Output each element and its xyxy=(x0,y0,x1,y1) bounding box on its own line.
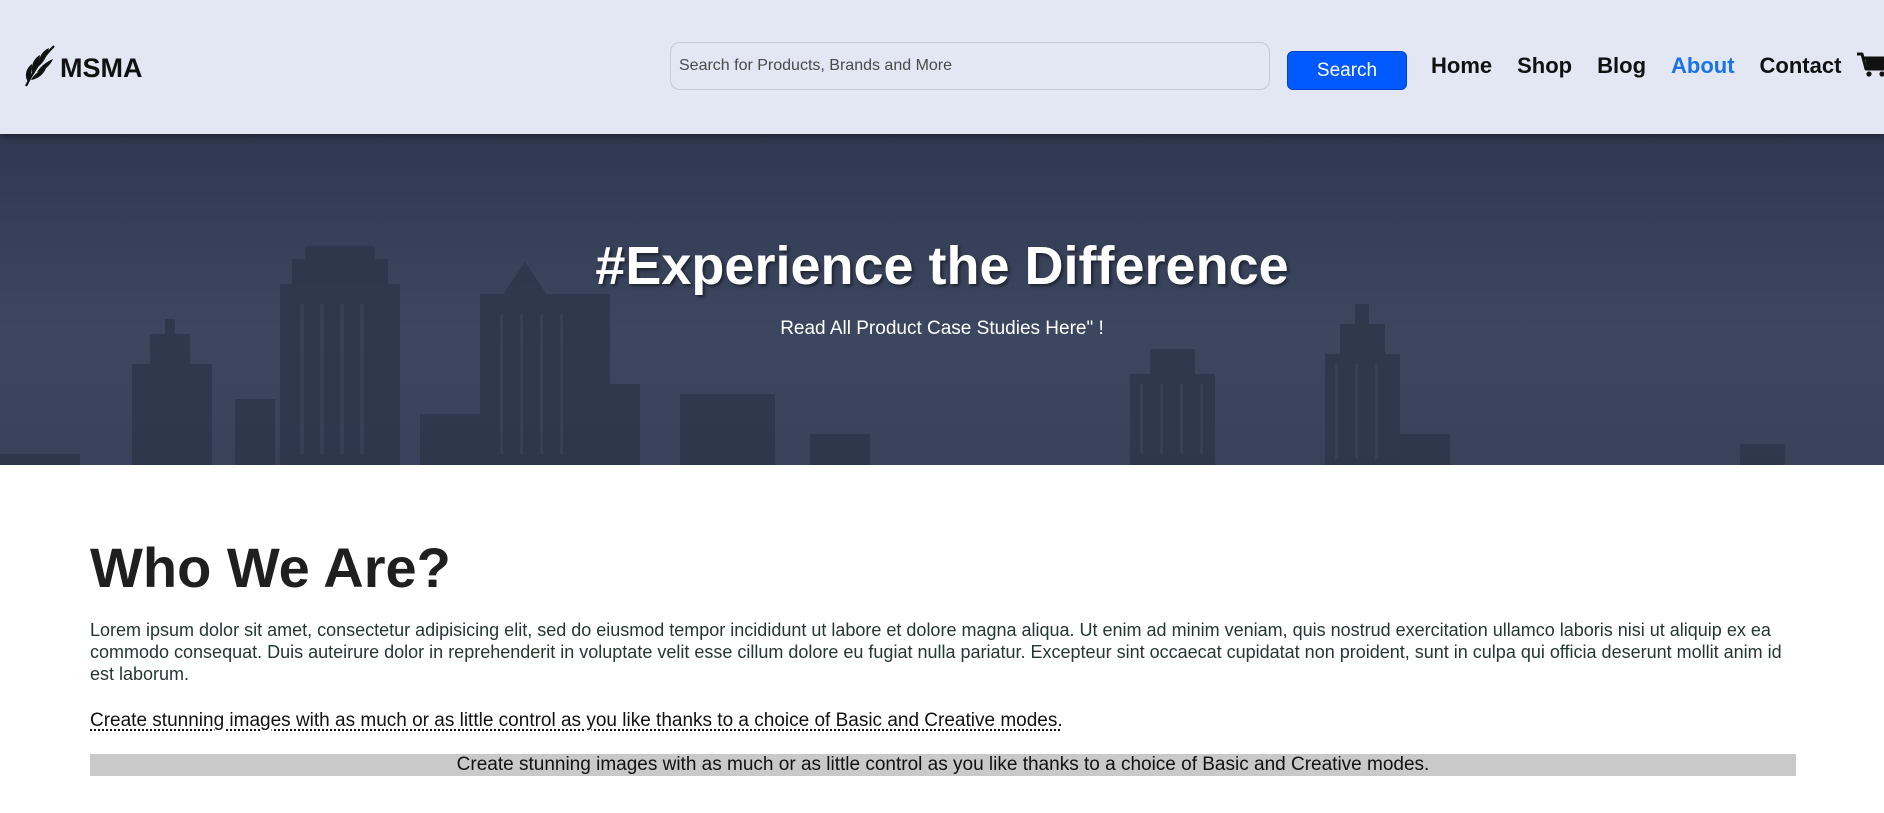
about-link[interactable]: Create stunning images with as much or a… xyxy=(90,709,1063,733)
hero-subtitle: Read All Product Case Studies Here" ! xyxy=(780,318,1104,339)
logo-text: MSMA xyxy=(60,52,143,83)
nav-home[interactable]: Home xyxy=(1431,52,1492,80)
hero-title: #Experience the Difference xyxy=(595,236,1289,296)
shopping-cart-icon[interactable] xyxy=(1857,52,1884,78)
nav-contact[interactable]: Contact xyxy=(1760,52,1842,80)
feather-leaf-icon xyxy=(22,42,58,95)
nav-shop[interactable]: Shop xyxy=(1517,52,1572,80)
nav-blog[interactable]: Blog xyxy=(1597,52,1646,80)
hero-banner: #Experience the Difference Read All Prod… xyxy=(0,134,1884,465)
logo[interactable]: MSMA xyxy=(22,44,143,92)
nav-about[interactable]: About xyxy=(1671,52,1735,80)
section-title: Who We Are? xyxy=(90,536,451,599)
search-input[interactable] xyxy=(670,42,1270,90)
highlight-text-bar: Create stunning images with as much or a… xyxy=(90,754,1796,776)
main-nav: Home Shop Blog About Contact xyxy=(1431,52,1866,80)
city-skyline-image xyxy=(0,134,1884,465)
site-header: MSMA Search Home Shop Blog About Contact xyxy=(0,0,1884,134)
search-button[interactable]: Search xyxy=(1287,51,1407,90)
about-paragraph: Lorem ipsum dolor sit amet, consectetur … xyxy=(90,620,1782,684)
